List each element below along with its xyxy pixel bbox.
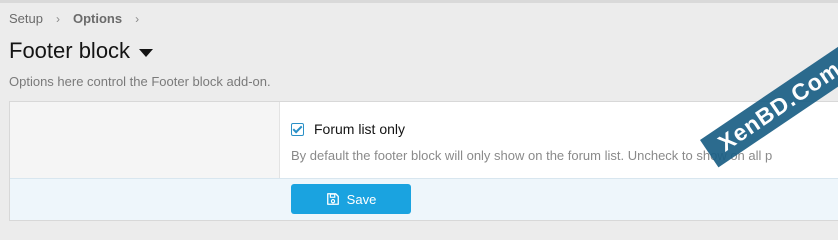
page-title[interactable]: Footer block — [9, 38, 154, 64]
save-icon — [326, 193, 339, 205]
option-hint: By default the footer block will only sh… — [291, 148, 773, 163]
form-submit-row: Save — [10, 178, 838, 220]
chevron-right-icon: › — [135, 11, 140, 26]
forum-list-only-checkbox[interactable] — [291, 122, 304, 136]
page-description: Options here control the Footer block ad… — [9, 74, 271, 89]
save-button-label: Save — [346, 191, 377, 207]
top-border — [0, 0, 838, 3]
caret-down-icon[interactable] — [139, 48, 154, 57]
breadcrumb-setup[interactable]: Setup — [9, 11, 43, 26]
chevron-right-icon: › — [55, 11, 60, 26]
save-button[interactable]: Save — [291, 184, 411, 214]
breadcrumb: Setup › Options › — [9, 11, 152, 26]
forum-list-only-label[interactable]: Forum list only — [314, 121, 405, 137]
breadcrumb-options[interactable]: Options — [73, 11, 122, 26]
option-label-column — [10, 102, 280, 178]
page-title-text: Footer block — [9, 38, 131, 63]
forum-list-only-option[interactable]: Forum list only — [291, 121, 405, 137]
